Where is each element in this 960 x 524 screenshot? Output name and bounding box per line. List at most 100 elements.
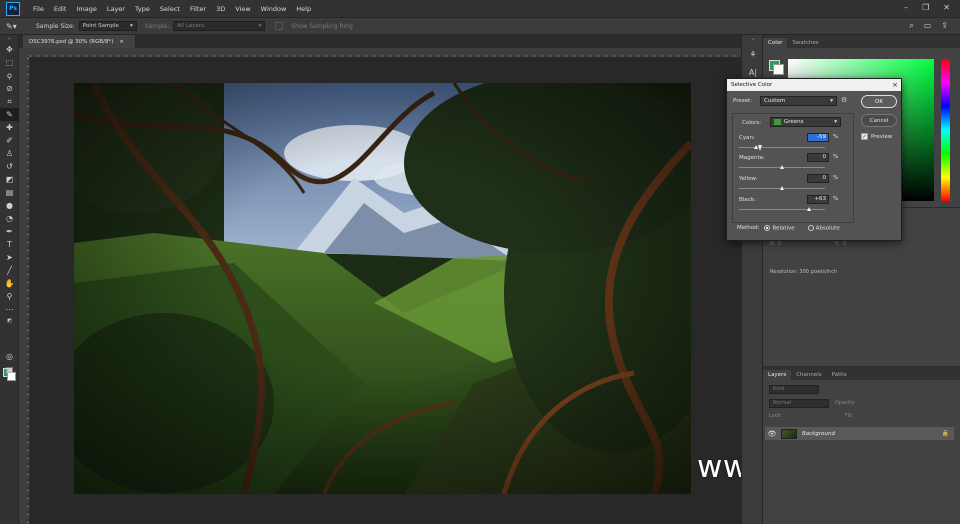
vertical-ruler[interactable] xyxy=(19,58,30,524)
screen-mode-icon[interactable]: ▣ xyxy=(0,363,19,376)
show-sampling-ring-checkbox[interactable] xyxy=(275,22,284,30)
lasso-tool-icon[interactable]: ϙ xyxy=(0,69,19,82)
document-tab[interactable]: DSC3976.psd @ 30% (RGB/8*) × xyxy=(23,35,135,48)
gradient-tool-icon[interactable]: ▤ xyxy=(0,186,19,199)
marquee-tool-icon[interactable]: ⬚ xyxy=(0,56,19,69)
magenta-value-input[interactable]: 0 xyxy=(807,153,829,162)
yellow-value-input[interactable]: 0 xyxy=(807,174,829,183)
colors-dropdown[interactable]: Greens ▾ xyxy=(770,117,841,127)
toolbar-collapse-icon[interactable]: » xyxy=(0,35,19,43)
layer-filter-dropdown[interactable]: Kind xyxy=(769,385,819,394)
horizontal-ruler[interactable] xyxy=(30,48,741,58)
menu-help[interactable]: Help xyxy=(291,5,316,13)
eraser-tool-icon[interactable]: ◩ xyxy=(0,173,19,186)
menu-file[interactable]: File xyxy=(28,5,49,13)
tab-paths[interactable]: Paths xyxy=(827,370,852,380)
preset-dropdown[interactable]: Custom ▾ xyxy=(760,96,837,106)
tab-channels[interactable]: Channels xyxy=(791,370,826,380)
close-tab-icon[interactable]: × xyxy=(119,39,124,45)
preview-toggle[interactable]: ✓ Preview xyxy=(861,133,892,140)
pen-tool-icon[interactable]: ✒ xyxy=(0,225,19,238)
tab-color[interactable]: Color xyxy=(763,38,788,48)
ok-button[interactable]: OK xyxy=(861,95,897,108)
ruler-origin[interactable] xyxy=(19,48,30,58)
move-tool-icon[interactable]: ✥ xyxy=(0,43,19,56)
black-slider-row: Black: +63 % xyxy=(739,195,849,217)
yellow-slider-thumb[interactable] xyxy=(779,186,784,190)
clone-stamp-tool-icon[interactable]: ♙ xyxy=(0,147,19,160)
menu-select[interactable]: Select xyxy=(155,5,185,13)
healing-brush-tool-icon[interactable]: ✚ xyxy=(0,121,19,134)
default-colors-icon[interactable]: ◩ xyxy=(0,316,19,325)
dodge-tool-icon[interactable]: ◔ xyxy=(0,212,19,225)
line-tool-icon[interactable]: ╱ xyxy=(0,264,19,277)
menu-window[interactable]: Window xyxy=(256,5,292,13)
document-image[interactable] xyxy=(74,83,691,494)
close-icon[interactable]: × xyxy=(889,81,901,89)
blur-tool-icon[interactable]: ● xyxy=(0,199,19,212)
menu-items: File Edit Image Layer Type Select Filter… xyxy=(28,5,316,13)
radio-absolute[interactable] xyxy=(807,225,814,231)
cyan-slider-track[interactable] xyxy=(739,147,825,148)
type-tool-icon[interactable]: T xyxy=(0,238,19,251)
preview-checkbox[interactable]: ✓ xyxy=(861,133,868,140)
history-panel-icon[interactable]: ⚘ xyxy=(742,45,764,63)
brush-tool-icon[interactable]: ✐ xyxy=(0,134,19,147)
yellow-label: Yellow: xyxy=(739,176,758,182)
menu-edit[interactable]: Edit xyxy=(49,5,72,13)
menu-filter[interactable]: Filter xyxy=(185,5,211,13)
share-icon[interactable]: ⇪ xyxy=(941,21,948,31)
collapse-icon[interactable]: « xyxy=(742,35,764,45)
gear-icon[interactable]: ⚙ xyxy=(841,96,847,104)
magenta-slider-row: Magenta: 0 % xyxy=(739,153,849,175)
cyan-value-input[interactable]: -59 xyxy=(807,133,829,142)
black-slider-track[interactable] xyxy=(739,209,825,210)
menu-layer[interactable]: Layer xyxy=(102,5,130,13)
minimize-icon[interactable]: – xyxy=(904,3,908,12)
method-absolute-option[interactable]: Absolute xyxy=(807,225,840,232)
cyan-label: Cyan: xyxy=(739,135,755,141)
quick-select-tool-icon[interactable]: ⊘ xyxy=(0,82,19,95)
black-label: Black: xyxy=(739,197,756,203)
quick-mask-icon[interactable]: ◎ xyxy=(0,350,19,363)
menu-type[interactable]: Type xyxy=(130,5,155,13)
black-slider-thumb[interactable] xyxy=(806,207,811,211)
crop-tool-icon[interactable]: ⌗ xyxy=(0,95,19,108)
workspace-icon[interactable]: ▭ xyxy=(924,21,932,31)
sample-size-label: Sample Size: xyxy=(36,22,75,30)
fill-label: Fill: xyxy=(845,413,854,419)
menu-3d[interactable]: 3D xyxy=(211,5,230,13)
blend-mode-dropdown[interactable]: Normal xyxy=(769,399,829,408)
visibility-eye-icon[interactable]: 👁 xyxy=(765,430,779,438)
document-title: DSC3976.psd @ 30% (RGB/8*) xyxy=(29,38,114,45)
hand-tool-icon[interactable]: ✋ xyxy=(0,277,19,290)
search-icon[interactable]: ⌕ xyxy=(909,21,913,31)
chevron-down-icon: ▾ xyxy=(834,119,837,125)
menu-image[interactable]: Image xyxy=(71,5,101,13)
yellow-slider-row: Yellow: 0 % xyxy=(739,174,849,196)
dialog-title-bar[interactable]: Selective Color × xyxy=(727,79,901,91)
method-relative-option[interactable]: Relative xyxy=(764,225,795,232)
black-value-input[interactable]: +63 xyxy=(807,195,829,204)
more-tools-icon[interactable]: ⋯ xyxy=(0,303,19,316)
restore-icon[interactable]: ❐ xyxy=(922,3,929,12)
cancel-button[interactable]: Cancel xyxy=(861,114,897,127)
menu-view[interactable]: View xyxy=(230,5,255,13)
magenta-slider-thumb[interactable] xyxy=(779,165,784,169)
preview-label: Preview xyxy=(871,133,893,140)
path-select-tool-icon[interactable]: ➤ xyxy=(0,251,19,264)
layer-row[interactable]: 👁 Background 🔒 xyxy=(765,427,954,440)
eyedropper-preset-icon[interactable]: ✎▾ xyxy=(6,22,28,31)
color-panel-background[interactable] xyxy=(773,64,784,75)
sample-dropdown[interactable]: All Layers ▾ xyxy=(173,21,266,31)
zoom-tool-icon[interactable]: ⚲ xyxy=(0,290,19,303)
close-icon[interactable]: ✕ xyxy=(943,3,950,12)
info-x-label: X: xyxy=(770,241,776,247)
tab-swatches[interactable]: Swatches xyxy=(787,38,823,48)
sample-size-dropdown[interactable]: Point Sample ▾ xyxy=(78,21,137,31)
tab-layers[interactable]: Layers xyxy=(763,370,792,380)
radio-relative[interactable] xyxy=(764,225,771,231)
hue-slider[interactable] xyxy=(941,59,950,201)
eyedropper-tool-icon[interactable]: ✎ xyxy=(0,108,19,121)
history-brush-tool-icon[interactable]: ↺ xyxy=(0,160,19,173)
